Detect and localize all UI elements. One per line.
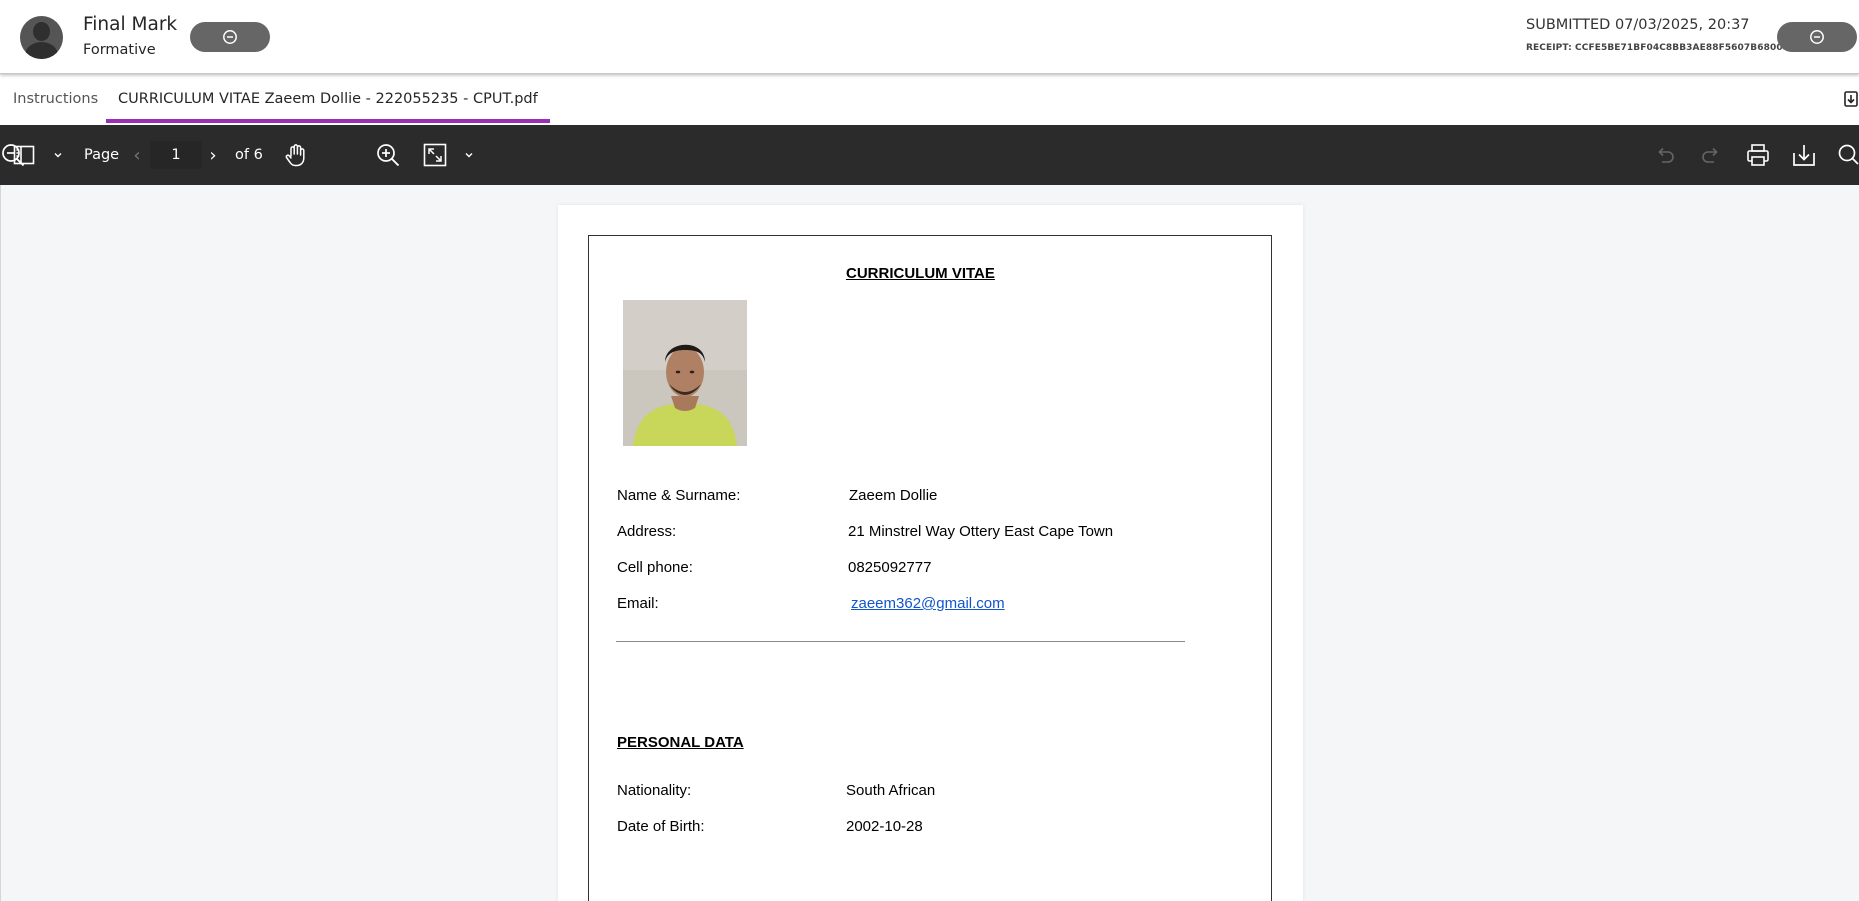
undo-icon — [1658, 147, 1674, 163]
email-link[interactable]: zaeem362@gmail.com — [851, 595, 1005, 612]
redo-icon — [1702, 147, 1718, 163]
submitted-timestamp: SUBMITTED 07/03/2025, 20:37 — [1526, 17, 1750, 33]
portrait-image — [623, 300, 747, 446]
print-button[interactable] — [1744, 125, 1772, 185]
printer-icon — [1747, 144, 1769, 166]
minus-circle-icon — [1810, 30, 1824, 44]
collapse-left-button[interactable] — [190, 22, 270, 52]
name-label: Name & Surname: — [617, 487, 741, 504]
nationality-label: Nationality: — [617, 782, 692, 799]
avatar-body — [25, 42, 58, 59]
pdf-viewer[interactable]: CURRICULUM VITAE Name & Surname: Zaeem D… — [0, 185, 1859, 901]
minus-circle-icon — [223, 30, 237, 44]
document-tabs: Instructions CURRICULUM VITAE Zaeem Doll… — [0, 75, 1859, 125]
pan-tool-button[interactable] — [282, 125, 310, 185]
name-value: Zaeem Dollie — [849, 487, 938, 504]
address-value: 21 Minstrel Way Ottery East Cape Town — [848, 523, 1114, 540]
receipt-id: RECEIPT: CCFE5BE71BF04C8BB3AE88F5607B680… — [1526, 43, 1783, 53]
download-document-icon[interactable] — [1843, 90, 1859, 108]
dob-value: 2002-10-28 — [846, 818, 923, 835]
student-avatar — [20, 16, 63, 59]
tab-instructions[interactable]: Instructions — [13, 75, 98, 123]
tab-cv-pdf[interactable]: CURRICULUM VITAE Zaeem Dollie - 22205523… — [106, 75, 550, 123]
profile-photo — [623, 300, 747, 446]
download-button[interactable] — [1790, 125, 1818, 185]
avatar-head — [33, 22, 50, 41]
page-count-label: of 6 — [235, 147, 263, 163]
nationality-value: South African — [846, 782, 936, 799]
cellphone-value: 0825092777 — [848, 559, 932, 576]
undo-button[interactable] — [1652, 125, 1678, 185]
address-label: Address: — [617, 523, 677, 540]
page-subtitle: Formative — [83, 42, 156, 58]
zoom-out-button[interactable] — [0, 125, 26, 185]
collapse-right-button[interactable] — [1777, 22, 1857, 52]
prev-page-button[interactable]: ‹ — [128, 125, 146, 185]
redo-button[interactable] — [1698, 125, 1724, 185]
zoom-options-dropdown[interactable] — [459, 125, 479, 185]
fit-to-page-icon — [423, 143, 447, 167]
email-label: Email: — [617, 595, 659, 612]
chevron-down-icon — [54, 153, 62, 158]
cv-title: CURRICULUM VITAE — [846, 265, 995, 282]
page-title: Final Mark — [83, 14, 178, 35]
dob-label: Date of Birth: — [617, 818, 705, 835]
zoom-in-icon — [377, 144, 400, 167]
sidebar-options-dropdown[interactable] — [48, 125, 68, 185]
pdf-toolbar: Page ‹ › of 6 — [0, 125, 1859, 185]
pdf-page: CURRICULUM VITAE Name & Surname: Zaeem D… — [558, 205, 1303, 901]
page-number-input[interactable] — [150, 141, 202, 169]
next-page-button[interactable]: › — [204, 125, 222, 185]
download-icon — [1793, 145, 1815, 166]
grading-header: Final Mark Formative SUBMITTED 07/03/202… — [0, 0, 1859, 74]
fit-page-button[interactable] — [421, 125, 449, 185]
page-label: Page — [84, 147, 120, 163]
divider — [616, 641, 1185, 642]
chevron-down-icon — [465, 153, 473, 158]
search-button[interactable] — [1835, 125, 1859, 185]
search-icon — [1838, 144, 1859, 165]
personal-data-heading: PERSONAL DATA — [617, 734, 744, 751]
zoom-out-icon — [2, 144, 25, 167]
hand-icon — [285, 144, 305, 167]
cellphone-label: Cell phone: — [617, 559, 693, 576]
zoom-in-button[interactable] — [374, 125, 402, 185]
